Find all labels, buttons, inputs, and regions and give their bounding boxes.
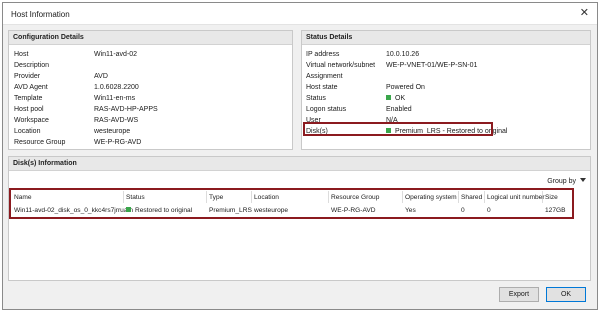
disks-information-panel: Disk(s) Information	[8, 156, 591, 281]
column-header[interactable]: Size	[545, 194, 558, 201]
export-button[interactable]: Export	[499, 287, 539, 302]
table-cell[interactable]: 0	[461, 207, 465, 214]
config-value: Win11-en-ms	[94, 95, 136, 102]
status-value: OK	[386, 95, 405, 102]
configuration-details-panel: Configuration Details	[8, 30, 293, 150]
config-value: WE-P-RG-AVD	[94, 139, 142, 146]
config-label: Provider	[14, 73, 41, 80]
status-ok-icon	[126, 207, 131, 212]
column-header[interactable]: Status	[126, 194, 145, 201]
config-label: Template	[14, 95, 43, 102]
config-value: AVD	[94, 73, 108, 80]
status-ok-icon	[386, 128, 391, 133]
status-value-text: Enabled	[386, 106, 412, 113]
config-value: RAS-AVD-WS	[94, 117, 139, 124]
column-separator[interactable]	[484, 191, 485, 203]
status-label: Status	[306, 95, 326, 102]
column-separator[interactable]	[251, 191, 252, 203]
column-separator[interactable]	[123, 191, 124, 203]
config-value: RAS-AVD-HP-APPS	[94, 106, 158, 113]
column-header[interactable]: Type	[209, 194, 223, 201]
disks-information-header: Disk(s) Information	[9, 157, 590, 171]
table-cell[interactable]: 0	[487, 207, 491, 214]
config-label: Resource Group	[14, 139, 66, 146]
table-cell[interactable]: Yes	[405, 207, 416, 214]
status-label: User	[306, 117, 321, 124]
status-label: Host state	[306, 84, 338, 91]
status-value: WE-P-VNET-01/WE-P-SN-01	[386, 62, 477, 69]
status-ok-icon	[386, 95, 391, 100]
status-label: IP address	[306, 51, 340, 58]
column-header[interactable]: Shared	[461, 194, 482, 201]
config-label: Location	[14, 128, 41, 135]
column-header[interactable]: Resource Group	[331, 194, 379, 201]
configuration-details-header: Configuration Details	[9, 31, 292, 45]
status-details-header: Status Details	[302, 31, 590, 45]
column-separator[interactable]	[206, 191, 207, 203]
config-label: Host pool	[14, 106, 44, 113]
status-value-text: Premium_LRS - Restored to original	[395, 128, 508, 135]
table-cell-text: Restored to original	[135, 207, 193, 214]
dialog-title: Host Information	[11, 10, 70, 19]
table-cell[interactable]: 127GB	[545, 207, 566, 214]
table-cell[interactable]: Premium_LRS	[209, 207, 252, 214]
config-label: Host	[14, 51, 29, 58]
status-value: 10.0.10.26	[386, 51, 419, 58]
config-label: Description	[14, 62, 50, 69]
column-header[interactable]: Name	[14, 194, 32, 201]
status-label: Assignment	[306, 73, 343, 80]
column-header[interactable]: Location	[254, 194, 279, 201]
table-cell[interactable]: Win11-avd-02_disk_os_0_kkc4rs7jrruam	[14, 207, 133, 214]
status-label: Logon status	[306, 106, 347, 113]
status-value-text: OK	[395, 95, 406, 102]
status-label: Disk(s)	[306, 128, 328, 135]
column-separator[interactable]	[458, 191, 459, 203]
status-value: Premium_LRS - Restored to original	[386, 128, 507, 135]
status-value: N/A	[386, 117, 398, 124]
status-value: Powered On	[386, 84, 425, 91]
column-header[interactable]: Operating system	[405, 194, 457, 201]
ok-button[interactable]: OK	[546, 287, 586, 302]
table-cell[interactable]: Restored to original	[126, 207, 192, 214]
config-value: westeurope	[94, 128, 131, 135]
config-value: Win11-avd-02	[94, 51, 138, 58]
column-separator[interactable]	[402, 191, 403, 203]
status-value-text: Powered On	[386, 84, 425, 91]
group-by-dropdown[interactable]: Group by	[543, 176, 590, 189]
status-label: Virtual network/subnet	[306, 62, 376, 69]
config-label: Workspace	[14, 117, 49, 124]
table-cell[interactable]: WE-P-RG-AVD	[331, 207, 376, 214]
column-separator[interactable]	[328, 191, 329, 203]
close-icon[interactable]: ✕	[580, 8, 589, 19]
config-label: AVD Agent	[14, 84, 48, 91]
column-header[interactable]: Logical unit number	[487, 194, 545, 201]
table-cell[interactable]: westeurope	[254, 207, 288, 214]
title-bar: Host Information ✕	[3, 3, 597, 25]
chevron-down-icon	[580, 178, 586, 182]
config-value: 1.0.6028.2200	[94, 84, 139, 91]
status-value-text: WE-P-VNET-01/WE-P-SN-01	[386, 62, 478, 69]
group-by-label: Group by	[547, 178, 576, 185]
status-value: Enabled	[386, 106, 412, 113]
status-value-text: 10.0.10.26	[386, 51, 420, 58]
status-value-text: N/A	[386, 117, 398, 124]
